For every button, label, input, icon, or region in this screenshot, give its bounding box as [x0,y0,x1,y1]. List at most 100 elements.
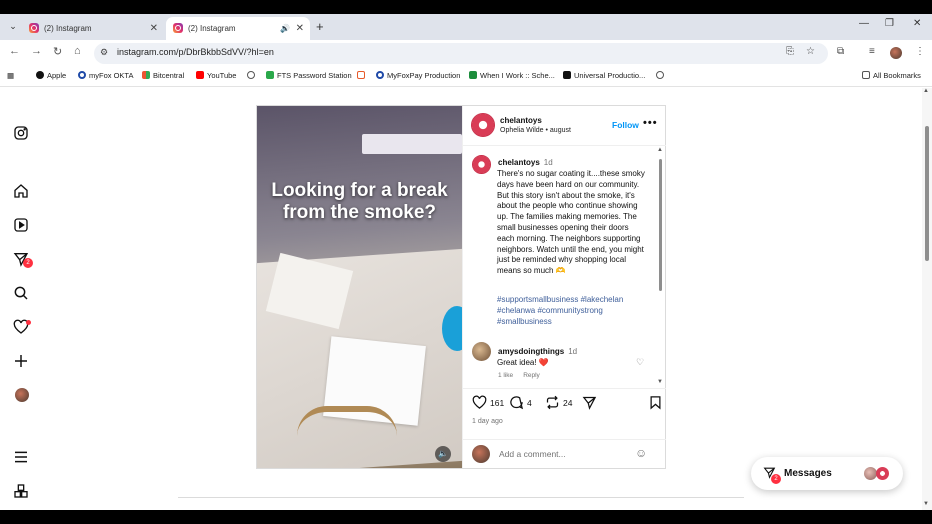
bookmark-globe-2[interactable] [656,71,667,80]
install-app-icon[interactable]: ⎘ [786,46,794,57]
scroll-thumb[interactable] [925,126,929,261]
bookmark-label: MyFoxPay Production [387,71,461,80]
comment-action[interactable]: 4 [509,395,532,410]
tab-instagram-1[interactable]: (2) Instagram ✕ [22,17,164,40]
mute-icon[interactable]: 🔈 [435,446,451,462]
window-close-icon[interactable]: ✕ [913,18,921,29]
comment-like-icon[interactable]: ♡ [636,357,644,368]
bookmark-brackets[interactable] [357,71,368,80]
comment-username: amysdoingthings 1d [498,347,577,356]
caption-hashtags[interactable]: #supportsmallbusiness #lakechelan #chela… [497,294,647,327]
forward-icon[interactable]: → [31,45,42,57]
repost-action[interactable]: 24 [545,395,572,410]
post-header: chelantoys Ophelia Wilde • august Follow… [463,106,666,146]
tab-instagram-2[interactable]: (2) Instagram 🔊 ✕ [166,17,310,40]
menu-hamburger-icon[interactable] [12,449,30,467]
video-shelf [362,134,462,154]
comment-likes[interactable]: 1 like [498,372,513,379]
page-scrollbar[interactable]: ▲ ▼ [922,88,932,510]
restore-icon[interactable]: ❐ [885,18,894,29]
post-modal: Looking for a break from the smoke? 🔈 ch… [256,105,666,469]
site-info-icon[interactable]: ⚙ [100,47,108,58]
home-icon[interactable]: ⌂ [74,45,81,57]
add-comment-input[interactable] [499,447,619,461]
more-options-icon[interactable]: ••• [643,117,658,129]
caption-username-text[interactable]: chelantoys [498,158,540,167]
bookmark-universal[interactable]: Universal Productio... [563,71,645,80]
comments-scrollbar[interactable]: ▲ ▼ [657,147,665,387]
share-action[interactable] [582,395,597,410]
more-apps-icon[interactable] [12,483,30,501]
reels-icon[interactable] [12,217,30,235]
author-avatar[interactable] [471,113,495,137]
repost-count: 24 [563,398,573,408]
instagram-favicon-icon [29,23,39,33]
heart-icon [472,395,487,409]
comments-list[interactable]: chelantoys 1d There's no sugar coating it… [463,147,666,387]
bookmark-fts-password[interactable]: FTS Password Station [266,71,352,80]
calendar-icon [469,71,477,79]
comment-count: 4 [527,398,532,408]
bookmark-label: Universal Productio... [574,71,646,80]
address-bar[interactable]: ⚙ instagram.com/p/DbrBkbbSdVV/?hl=en ⎘ ☆ [94,43,828,64]
all-bookmarks-label: All Bookmarks [873,71,921,80]
bookmark-myfox-okta[interactable]: myFox OKTA [78,71,133,80]
bookmark-globe[interactable] [247,71,258,80]
media-control-icon[interactable]: ≡ [869,46,875,57]
menu-kebab-icon[interactable]: ⋮ [915,46,925,57]
search-icon[interactable] [12,285,30,303]
speaker-icon[interactable]: 🔊 [280,17,290,40]
tab-search-icon[interactable]: ⌄ [6,19,20,33]
scroll-up-icon[interactable]: ▲ [923,88,929,94]
bookmark-label: FTS Password Station [277,71,352,80]
all-bookmarks[interactable]: All Bookmarks [862,71,921,80]
caption-avatar[interactable] [472,155,491,174]
bookmark-icon [650,396,661,410]
reply-button[interactable]: Reply [523,372,540,379]
bookmark-myfoxpay[interactable]: MyFoxPay Production [376,71,460,80]
new-tab-button[interactable]: + [316,17,324,37]
emoji-icon[interactable]: ☺ [635,446,647,460]
comment-time: 1d [568,347,578,356]
repost-icon [546,395,559,410]
scroll-down-icon[interactable]: ▼ [657,379,663,385]
create-plus-icon[interactable] [12,353,30,371]
url-text[interactable]: instagram.com/p/DbrBkbbSdVV/?hl=en [117,47,274,57]
bookmark-apple[interactable]: Apple [36,71,66,80]
instagram-sidebar: 2 [0,88,44,510]
scroll-up-icon[interactable]: ▲ [657,147,663,153]
author-username[interactable]: chelantoys [500,116,542,125]
bookmark-star-icon[interactable]: ☆ [806,46,815,57]
comment-icon [510,396,524,410]
scroll-down-icon[interactable]: ▼ [923,501,929,507]
comment-username-text[interactable]: amysdoingthings [498,347,564,356]
like-count[interactable]: 161 [490,398,504,408]
bookmark-youtube[interactable]: YouTube [196,71,236,80]
minimize-icon[interactable]: — [859,18,869,29]
close-icon[interactable]: ✕ [150,17,158,40]
video-chair [297,406,397,468]
like-action[interactable]: 161 [472,395,504,410]
profile-avatar[interactable] [15,388,29,402]
save-action[interactable] [648,395,663,410]
home-icon[interactable] [12,183,30,201]
close-icon[interactable]: ✕ [296,17,304,40]
extensions-icon[interactable]: ⧉ [837,46,844,57]
follow-button[interactable]: Follow [612,120,639,130]
instagram-logo-icon[interactable] [12,125,30,143]
messages-badge: 2 [771,474,781,484]
reload-icon[interactable]: ↻ [53,45,62,58]
browser-toolbar: ← → ↻ ⌂ ⚙ instagram.com/p/DbrBkbbSdVV/?h… [0,40,932,67]
audio-subtitle[interactable]: Ophelia Wilde • august [500,127,571,134]
post-video[interactable]: Looking for a break from the smoke? 🔈 [257,106,462,468]
commenter-avatar[interactable] [472,342,491,361]
scroll-thumb[interactable] [659,159,662,291]
back-icon[interactable]: ← [9,45,20,57]
bookmark-label: Bitcentral [153,71,185,80]
profile-avatar[interactable] [890,47,902,59]
apps-grid-icon[interactable]: ▦ [7,71,14,80]
bookmark-when-i-work[interactable]: When I Work :: Sche... [469,71,555,80]
messages-button[interactable]: 2 Messages [751,457,903,490]
bookmark-bitcentral[interactable]: Bitcentral [142,71,184,80]
bookmarks-bar: ▦ Apple myFox OKTA Bitcentral YouTube FT… [0,67,932,87]
